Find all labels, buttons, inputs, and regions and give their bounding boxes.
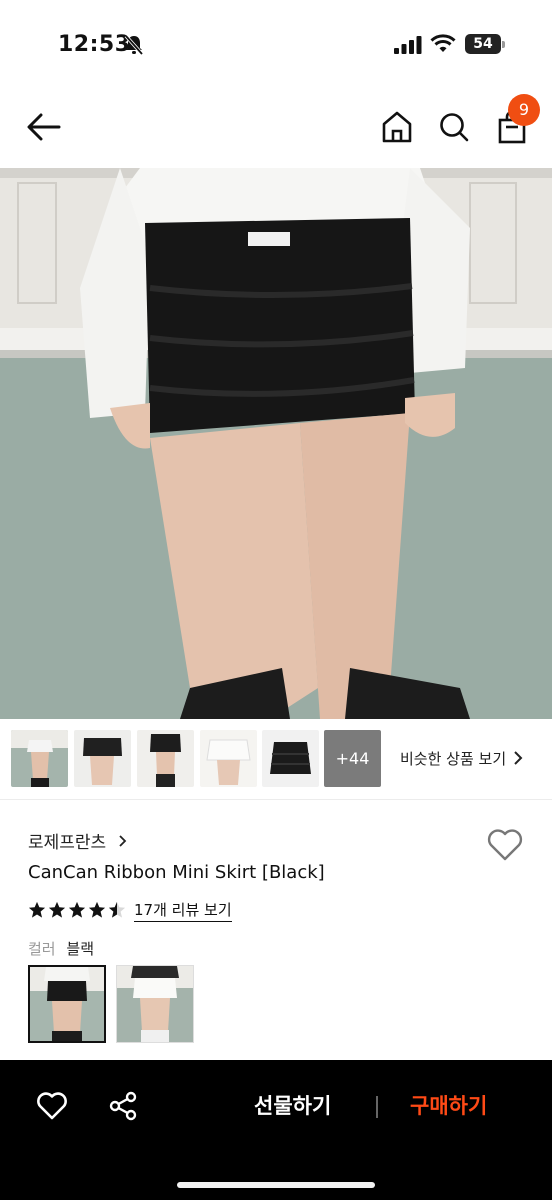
color-row: 컬러 블랙	[28, 938, 94, 959]
status-time: 12:53	[58, 32, 131, 57]
wifi-icon	[430, 34, 456, 52]
home-indicator[interactable]	[177, 1182, 375, 1188]
heart-icon[interactable]	[36, 1090, 68, 1122]
color-swatch-black[interactable]	[28, 965, 106, 1043]
search-icon[interactable]	[438, 110, 470, 144]
chevron-right-icon	[514, 751, 523, 765]
battery-indicator: 54	[465, 34, 501, 54]
product-title: CanCan Ribbon Mini Skirt [Black]	[28, 862, 325, 883]
app-header: 9	[0, 90, 552, 168]
thumbnail-3[interactable]	[137, 730, 194, 787]
star-icon	[28, 901, 46, 918]
bottom-action-bar: 선물하기 구매하기	[0, 1060, 552, 1200]
thumbnail-strip: +44 비슷한 상품 보기	[0, 730, 552, 788]
star-half-icon	[108, 901, 126, 918]
rating-row: 17개 리뷰 보기	[28, 898, 232, 922]
back-arrow-icon[interactable]	[26, 110, 62, 144]
product-photo	[0, 168, 552, 719]
thumbnail-2[interactable]	[74, 730, 131, 787]
more-thumbnails-button[interactable]: +44	[324, 730, 381, 787]
gift-button[interactable]: 선물하기	[254, 1090, 331, 1120]
color-value: 블랙	[66, 940, 94, 958]
star-icon	[68, 901, 86, 918]
star-rating	[28, 901, 126, 919]
similar-products-link[interactable]: 비슷한 상품 보기	[400, 748, 506, 769]
bar-divider	[376, 1096, 378, 1118]
share-icon[interactable]	[107, 1090, 139, 1122]
heart-icon[interactable]	[486, 826, 524, 862]
cart-count-badge: 9	[508, 94, 540, 126]
star-icon	[88, 901, 106, 918]
thumbnail-5[interactable]	[262, 730, 319, 787]
reviews-link[interactable]: 17개 리뷰 보기	[134, 899, 232, 922]
bell-slash-icon	[124, 34, 144, 56]
brand-name: 로제프란츠	[28, 833, 107, 853]
status-bar: 12:53 54	[0, 0, 552, 90]
chevron-right-icon	[118, 835, 126, 847]
thumbnail-4[interactable]	[200, 730, 257, 787]
star-icon	[48, 901, 66, 918]
home-icon[interactable]	[381, 110, 413, 144]
battery-tip	[502, 41, 505, 48]
color-label: 컬러	[28, 940, 56, 958]
buy-button[interactable]: 구매하기	[410, 1090, 487, 1120]
product-hero-image[interactable]	[0, 168, 552, 719]
signal-icon	[394, 36, 422, 54]
color-swatch-white[interactable]	[116, 965, 194, 1043]
brand-link[interactable]: 로제프란츠	[28, 828, 128, 853]
section-divider	[0, 799, 552, 800]
thumbnail-1[interactable]	[11, 730, 68, 787]
